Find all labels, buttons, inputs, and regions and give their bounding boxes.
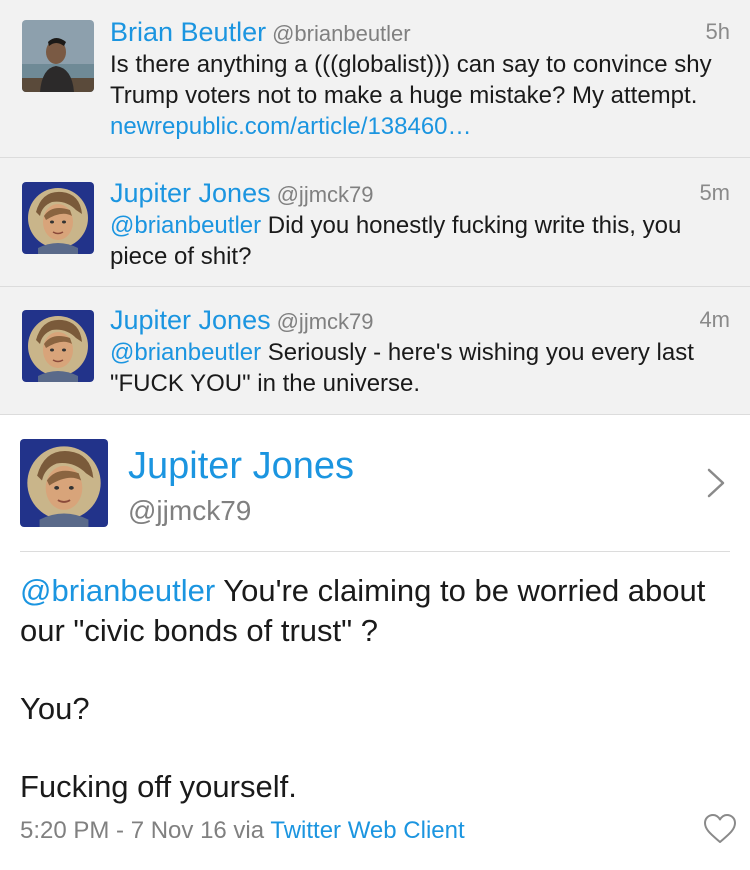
tweet-line: Fucking off yourself. [20,769,297,804]
heart-icon[interactable] [702,813,738,845]
tweet-detail: Jupiter Jones @jjmck79 @brianbeutler You… [0,415,750,870]
author-name[interactable]: Jupiter Jones [110,178,271,208]
author-handle: @jjmck79 [276,309,374,334]
avatar[interactable] [20,439,108,527]
divider [20,551,730,552]
mention-link[interactable]: @brianbeutler [20,573,215,608]
avatar[interactable] [22,20,94,92]
author-name[interactable]: Brian Beutler [110,17,266,47]
tweet-time: 4m [699,307,730,332]
client-link[interactable]: Twitter Web Client [270,817,464,844]
tweet-text: Is there anything a (((globalist))) can … [110,49,730,142]
tweet-text: @brianbeutler Did you honestly fucking w… [110,210,730,272]
tweet-line: You? [20,691,90,726]
tweet-item[interactable]: Jupiter Jones @jjmck79 5m @brianbeutler D… [0,158,750,287]
tweet-text: @brianbeutler You're claiming to be worr… [20,571,730,807]
tweet-meta: 5:20 PM - 7 Nov 16 via Twitter Web Clien… [20,817,465,845]
mention-link[interactable]: @brianbeutler [110,339,261,366]
tweet-text: @brianbeutler Seriously - here's wishing… [110,337,730,399]
conversation-thread: Brian Beutler @brianbeutler 5h Is there a… [0,0,750,415]
tweet-body: Is there anything a (((globalist))) can … [110,51,712,109]
author-name[interactable]: Jupiter Jones [128,445,354,488]
author-handle: @jjmck79 [276,182,374,207]
mention-link[interactable]: @brianbeutler [110,212,261,239]
article-link[interactable]: newrepublic.com/article/138460… [110,113,472,140]
chevron-right-icon[interactable] [706,467,726,499]
avatar[interactable] [22,182,94,254]
tweet-item[interactable]: Brian Beutler @brianbeutler 5h Is there a… [0,0,750,158]
tweet-time: 5m [699,180,730,205]
avatar[interactable] [22,310,94,382]
tweet-time: 5h [705,19,730,44]
author-handle: @jjmck79 [128,495,252,526]
timestamp: 5:20 PM - 7 Nov 16 via [20,817,271,844]
tweet-item[interactable]: Jupiter Jones @jjmck79 4m @brianbeutler S… [0,287,750,415]
author-name[interactable]: Jupiter Jones [110,305,271,335]
author-handle: @brianbeutler [272,21,411,46]
